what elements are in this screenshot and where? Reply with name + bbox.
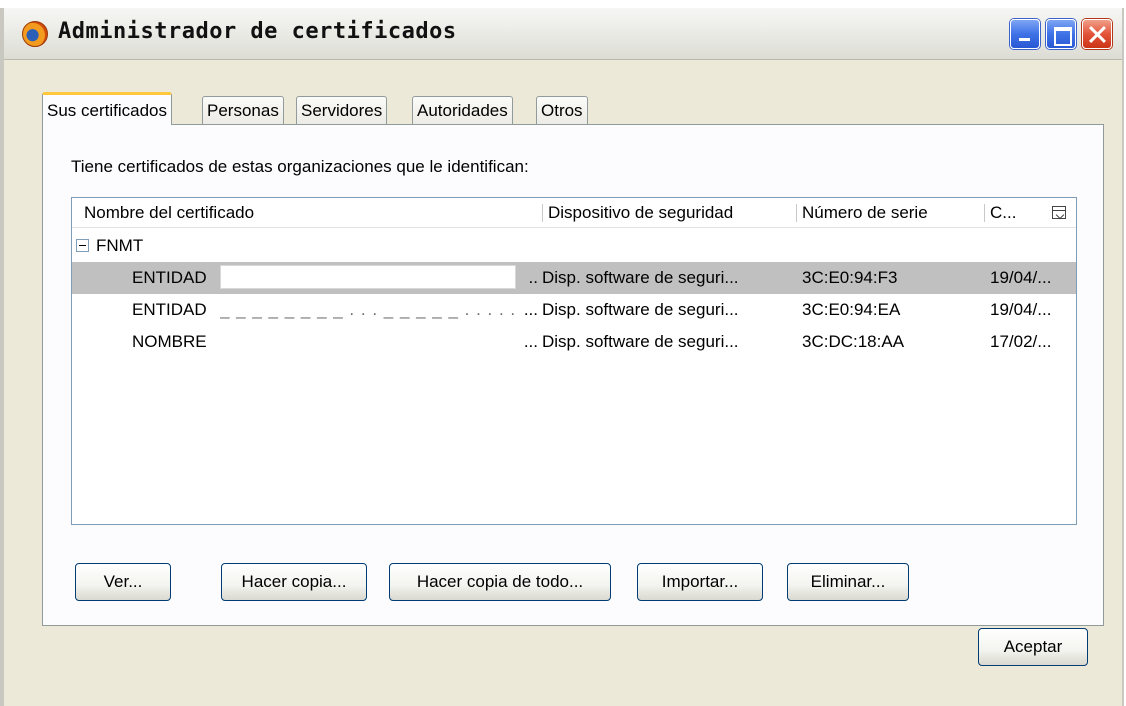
delete-button[interactable]: Eliminar... xyxy=(787,563,909,601)
name-ellipsis: ... xyxy=(523,300,538,319)
column-header-serial[interactable]: Número de serie xyxy=(796,198,928,228)
expiry-date: 19/04/... xyxy=(990,300,1052,319)
firefox-icon xyxy=(22,21,48,47)
tab-sus-certificados[interactable]: Sus certificados xyxy=(42,92,172,125)
certificate-name: ENTIDAD xyxy=(132,300,207,319)
certificate-name: NOMBRE xyxy=(132,332,207,351)
column-header-expires[interactable]: C... xyxy=(983,198,1016,228)
tab-autoridades[interactable]: Autoridades xyxy=(412,96,513,124)
security-device: Disp. software de seguri... xyxy=(542,332,739,351)
table-row[interactable]: NOMBRE ... Disp. software de seguri... 3… xyxy=(72,326,1076,358)
column-header-name[interactable]: Nombre del certificado xyxy=(84,198,254,228)
blurred-name-text: _ _ _ _ _ _ _ _ . . . _ _ _ _ _ . . . . … xyxy=(220,300,520,319)
redacted-box xyxy=(220,265,516,289)
tree-group-row[interactable]: FNMT xyxy=(72,230,1076,262)
accept-button[interactable]: Aceptar xyxy=(978,628,1088,666)
tab-otros[interactable]: Otros xyxy=(536,96,588,124)
group-label: FNMT xyxy=(96,236,144,255)
table-row[interactable]: ENTIDAD _ _ _ _ _ _ _ _ . . . _ _ _ _ _ … xyxy=(72,294,1076,326)
minimize-button[interactable] xyxy=(1010,19,1040,49)
backup-button[interactable]: Hacer copia... xyxy=(221,563,367,601)
tree-header: Nombre del certificado Dispositivo de se… xyxy=(72,198,1076,228)
security-device: Disp. software de seguri... xyxy=(542,268,739,287)
serial-number: 3C:E0:94:F3 xyxy=(802,268,898,287)
column-header-device[interactable]: Dispositivo de seguridad xyxy=(541,198,733,228)
view-button[interactable]: Ver... xyxy=(75,563,171,601)
collapse-minus-icon[interactable] xyxy=(76,239,89,252)
tab-personas[interactable]: Personas xyxy=(202,96,284,124)
column-picker-icon[interactable] xyxy=(1052,206,1066,219)
title-bar[interactable]: Administrador de certificados xyxy=(4,8,1122,60)
certificate-name: ENTIDAD xyxy=(132,268,207,287)
serial-number: 3C:DC:18:AA xyxy=(802,332,905,351)
certificate-tree[interactable]: Nombre del certificado Dispositivo de se… xyxy=(71,197,1077,525)
name-ellipsis: ... xyxy=(523,332,538,351)
tab-servidores[interactable]: Servidores xyxy=(296,96,388,124)
maximize-button[interactable] xyxy=(1046,19,1076,49)
import-button[interactable]: Importar... xyxy=(637,563,763,601)
expiry-date: 19/04/... xyxy=(990,268,1052,287)
security-device: Disp. software de seguri... xyxy=(542,300,739,319)
intro-text: Tiene certificados de estas organizacion… xyxy=(71,157,529,176)
certificate-manager-window: Administrador de certificados Sus certif… xyxy=(0,8,1124,706)
name-ellipsis: .. xyxy=(528,268,538,287)
serial-number: 3C:E0:94:EA xyxy=(802,300,901,319)
backup-all-button[interactable]: Hacer copia de todo... xyxy=(389,563,611,601)
table-row[interactable]: ENTIDAD .. Disp. software de seguri... 3… xyxy=(72,262,1076,294)
expiry-date: 17/02/... xyxy=(990,332,1052,351)
window-title: Administrador de certificados xyxy=(58,19,457,44)
tab-panel: Tiene certificados de estas organizacion… xyxy=(42,124,1104,626)
close-button[interactable] xyxy=(1082,19,1112,49)
